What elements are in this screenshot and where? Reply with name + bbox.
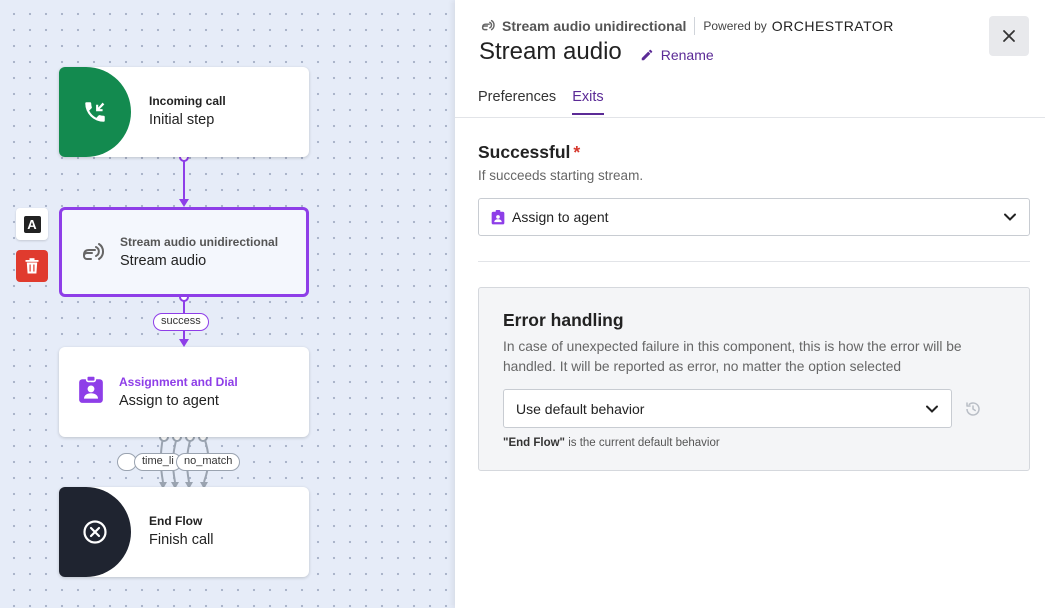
node-assign-agent[interactable]: Assignment and Dial Assign to agent [59, 347, 309, 437]
node-category: Incoming call [149, 94, 226, 108]
tab-exits[interactable]: Exits [572, 89, 604, 115]
successful-exit-select[interactable]: Assign to agent [478, 198, 1030, 236]
page-title: Stream audio [479, 38, 622, 65]
section-title: Successful [478, 142, 571, 162]
tab-preferences[interactable]: Preferences [478, 89, 556, 115]
section-title: Error handling [503, 310, 624, 330]
pencil-icon [641, 49, 653, 61]
panel-tabs: Preferences Exits [478, 89, 620, 115]
node-category: End Flow [149, 514, 203, 528]
stream-audio-icon [481, 19, 495, 31]
successful-exit-section: Successful * If succeeds starting stream.… [478, 142, 1030, 236]
section-description: In case of unexpected failure in this co… [503, 339, 962, 374]
chevron-down-icon [1004, 213, 1016, 221]
node-category: Stream audio unidirectional [120, 235, 279, 249]
powered-by-label: Powered by [703, 19, 767, 33]
panel-header: Stream audio unidirectional Powered by O… [479, 16, 894, 66]
default-behavior-note: "End Flow" is the current default behavi… [503, 437, 1005, 449]
error-behavior-select[interactable]: Use default behavior [503, 389, 952, 428]
assign-agent-icon [491, 209, 505, 224]
close-icon [1003, 30, 1015, 42]
section-divider [478, 261, 1030, 262]
reset-icon[interactable] [964, 400, 982, 418]
properties-panel: Stream audio unidirectional Powered by O… [455, 0, 1045, 608]
rename-label: Rename [660, 47, 714, 63]
node-end-flow[interactable]: End Flow Finish call [59, 487, 309, 577]
trash-icon [25, 258, 39, 274]
select-value: Use default behavior [516, 400, 645, 417]
assign-agent-icon [78, 375, 104, 409]
incoming-call-icon [85, 102, 105, 122]
section-description: If succeeds starting stream. [478, 168, 644, 183]
node-label: Assign to agent [119, 393, 219, 409]
error-handling-section: Error handling In case of unexpected fai… [478, 287, 1030, 471]
end-flow-badge [59, 487, 131, 577]
node-stream-audio[interactable]: Stream audio unidirectional Stream audio [59, 207, 309, 297]
select-value: Assign to agent [512, 209, 609, 225]
edge-label-success[interactable]: success [153, 313, 209, 331]
header-divider [694, 17, 696, 35]
close-button[interactable] [989, 16, 1029, 56]
stream-audio-icon [78, 238, 108, 273]
node-category: Assignment and Dial [119, 375, 238, 389]
text-tool-icon: A [23, 215, 41, 233]
edge-label-time-limit[interactable]: time_li [134, 453, 182, 471]
node-label: Finish call [149, 532, 214, 548]
default-behavior-text: is the current default behavior [565, 437, 720, 449]
tabs-divider [455, 117, 1045, 118]
default-behavior-name: "End Flow" [503, 437, 566, 449]
incoming-call-badge [59, 67, 131, 157]
edge-label-no-match[interactable]: no_match [176, 453, 241, 471]
node-incoming-call[interactable]: Incoming call Initial step [59, 67, 309, 157]
text-tool-button[interactable]: A [16, 208, 48, 240]
rename-button[interactable]: Rename [640, 47, 714, 63]
flow-canvas[interactable]: Incoming call Initial step Stream audio … [0, 0, 455, 608]
component-type: Stream audio unidirectional [502, 18, 687, 34]
node-label: Initial step [149, 112, 215, 128]
vendor-logo: ORCHESTRATOR [771, 18, 894, 34]
close-circle-icon [83, 520, 107, 544]
required-mark: * [573, 142, 581, 162]
delete-node-button[interactable] [16, 250, 48, 282]
chevron-down-icon [926, 405, 938, 413]
node-label: Stream audio [120, 253, 207, 269]
